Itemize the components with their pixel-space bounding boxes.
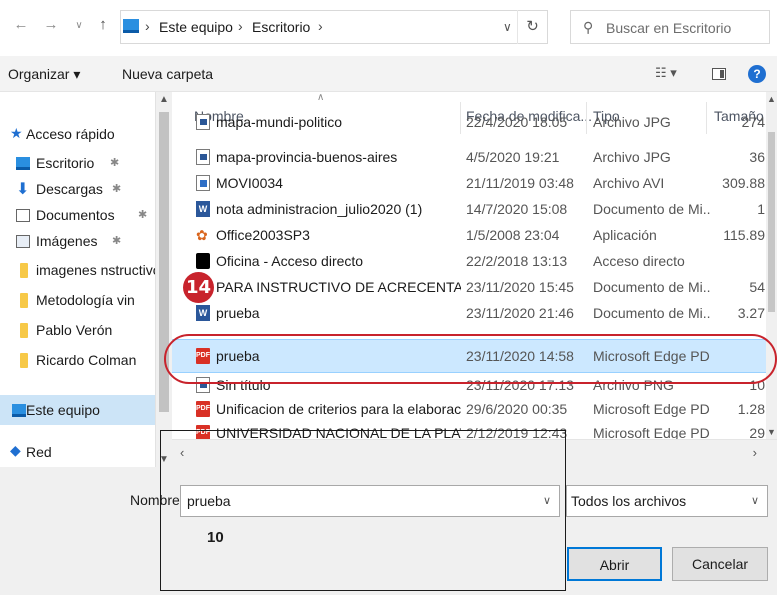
scroll-up-icon[interactable]: ▲ xyxy=(767,94,776,104)
table-row[interactable]: Oficina - Acceso directo 22/2/2018 13:13… xyxy=(172,249,766,273)
table-row[interactable]: mapa-provincia-buenos-aires 4/5/2020 19:… xyxy=(172,145,766,169)
file-list-vertical-scrollbar[interactable]: ▲ ▼ xyxy=(766,92,777,439)
file-list: ∧ Nombre Fecha de modifica... Tipo Tamañ… xyxy=(172,92,766,439)
breadcrumb-separator-icon[interactable]: › xyxy=(145,18,150,34)
file-type-filter[interactable]: Todos los archivos ∨ xyxy=(566,485,768,517)
documents-icon xyxy=(16,209,30,222)
sidebar-item-acceso-rapido[interactable]: ★ Acceso rápido xyxy=(0,122,155,148)
cancel-button[interactable]: Cancelar xyxy=(672,547,768,581)
table-row[interactable]: MOVI0034 21/11/2019 03:48 Archivo AVI 30… xyxy=(172,171,766,195)
pin-icon[interactable]: ✱ xyxy=(110,156,119,169)
search-icon: ⚲ xyxy=(583,19,594,35)
folder-icon xyxy=(20,353,28,368)
folder-icon xyxy=(20,263,28,278)
star-icon: ★ xyxy=(10,125,23,141)
scroll-thumb[interactable] xyxy=(768,132,775,312)
open-button[interactable]: Abrir xyxy=(567,547,662,581)
application-icon: ✿ xyxy=(196,227,208,243)
recent-locations-chevron-icon[interactable]: ∨ xyxy=(70,20,88,31)
sidebar-item-metodologia[interactable]: Metodología vin xyxy=(0,288,155,314)
computer-icon xyxy=(123,19,139,33)
table-row[interactable]: mapa-mundi-politico 22/4/2020 18:05 Arch… xyxy=(172,114,766,134)
step-label: 10 xyxy=(207,529,224,546)
breadcrumb-escritorio[interactable]: Escritorio xyxy=(252,19,310,35)
sidebar-item-este-equipo[interactable]: Este equipo xyxy=(0,395,155,425)
breadcrumb-separator-icon[interactable]: › xyxy=(238,18,243,34)
sort-ascending-icon: ∧ xyxy=(317,92,325,103)
table-row[interactable]: ✿ Office2003SP3 1/5/2008 23:04 Aplicació… xyxy=(172,223,766,247)
sidebar-scrollbar[interactable]: ▲ ▼ xyxy=(155,92,172,467)
address-dropdown-icon[interactable]: ∨ xyxy=(503,20,512,34)
sidebar-item-descargas[interactable]: ⬇ Descargas ✱ xyxy=(0,177,155,203)
network-icon: ◆ xyxy=(10,442,21,458)
refresh-icon[interactable]: ↻ xyxy=(517,10,547,44)
breadcrumb-este-equipo[interactable]: Este equipo xyxy=(159,19,233,35)
forward-arrow-icon[interactable]: → xyxy=(42,16,60,33)
images-icon xyxy=(16,235,30,248)
sidebar-item-imagenes[interactable]: Imágenes ✱ xyxy=(0,229,155,255)
table-row[interactable]: PDF Unificacion de criterios para la ela… xyxy=(172,397,766,421)
scroll-down-icon[interactable]: ▼ xyxy=(767,427,776,437)
back-arrow-icon[interactable]: ← xyxy=(12,16,30,33)
up-arrow-icon[interactable]: ↑ xyxy=(94,16,112,33)
computer-icon xyxy=(12,404,26,417)
sidebar-item-escritorio[interactable]: Escritorio ✱ xyxy=(0,151,155,177)
organize-button[interactable]: Organizar ▾ xyxy=(8,66,80,83)
sidebar-item-documentos[interactable]: Documentos ✱ xyxy=(0,203,155,229)
desktop-icon xyxy=(16,157,30,170)
sidebar-item-pablo-veron[interactable]: Pablo Verón xyxy=(0,318,155,344)
search-box[interactable]: ⚲ Buscar en Escritorio xyxy=(570,10,770,44)
breadcrumb-separator-icon[interactable]: › xyxy=(318,18,323,34)
new-folder-button[interactable]: Nueva carpeta xyxy=(122,66,213,82)
video-file-icon xyxy=(196,175,210,191)
sidebar-item-imagenes-instructivo[interactable]: imagenes nstructivo xyxy=(0,258,155,284)
word-file-icon: W xyxy=(196,201,210,217)
search-input[interactable]: Buscar en Escritorio xyxy=(606,20,731,36)
highlight-ellipse xyxy=(164,334,777,384)
image-file-icon xyxy=(196,149,210,165)
scroll-right-icon[interactable]: › xyxy=(753,445,757,460)
image-file-icon xyxy=(196,114,210,130)
navigation-pane: ★ Acceso rápido Escritorio ✱ ⬇ Descargas… xyxy=(0,92,155,467)
help-icon[interactable]: ? xyxy=(748,65,766,83)
folder-icon xyxy=(20,323,28,338)
folder-icon xyxy=(20,293,28,308)
download-icon: ⬇ xyxy=(16,181,30,198)
address-bar[interactable]: › Este equipo › Escritorio › ∨ ↻ xyxy=(120,10,548,44)
address-row: ← → ∨ ↑ › Este equipo › Escritorio › ∨ ↻… xyxy=(0,0,777,56)
preview-pane-icon[interactable] xyxy=(712,68,726,80)
table-row[interactable]: W prueba 23/11/2020 21:46 Documento de M… xyxy=(172,301,766,325)
shortcut-icon xyxy=(196,253,210,269)
pdf-file-icon: PDF xyxy=(196,401,210,417)
scroll-up-icon[interactable]: ▲ xyxy=(159,94,169,105)
sidebar-item-ricardo-colman[interactable]: Ricardo Colman xyxy=(0,348,155,374)
pin-icon[interactable]: ✱ xyxy=(112,234,121,247)
command-bar: Organizar ▾ Nueva carpeta ☷ ▾ ? xyxy=(0,56,777,92)
step-badge: 14 xyxy=(183,272,214,303)
pin-icon[interactable]: ✱ xyxy=(138,208,147,221)
highlight-box xyxy=(160,430,566,591)
sidebar-item-red[interactable]: ◆ Red xyxy=(0,438,155,464)
table-row[interactable]: W PARA INSTRUCTIVO DE ACRECENTAMIE... 23… xyxy=(172,275,766,299)
view-options-icon[interactable]: ☷ ▾ xyxy=(655,65,677,81)
word-file-icon: W xyxy=(196,305,210,321)
table-row[interactable]: W nota administracion_julio2020 (1) 14/7… xyxy=(172,197,766,221)
chevron-down-icon[interactable]: ∨ xyxy=(751,494,759,507)
pin-icon[interactable]: ✱ xyxy=(112,182,121,195)
